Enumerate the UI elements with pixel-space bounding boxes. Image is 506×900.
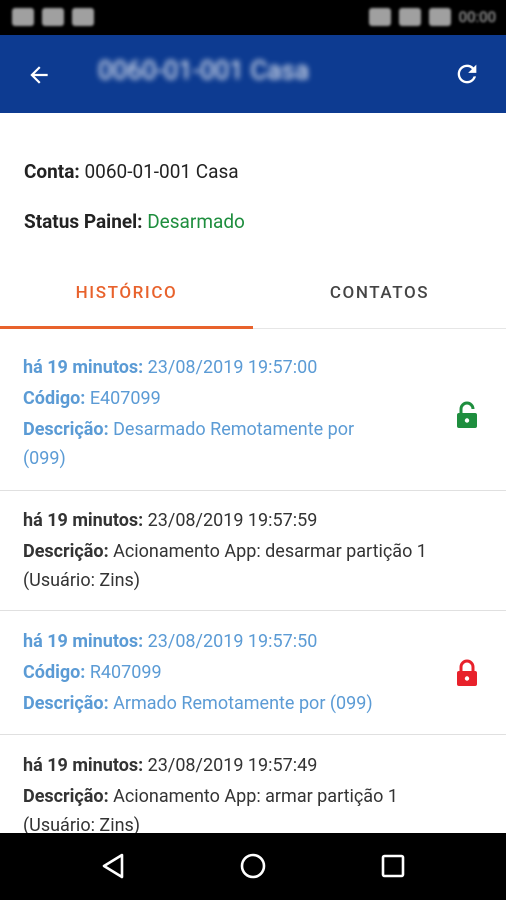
event-description-cont: (Usuário: Zins) bbox=[23, 810, 140, 833]
event-description: Descrição: Desarmado Remotamente por bbox=[23, 414, 354, 445]
event-time-label: há 19 minutos: bbox=[23, 357, 144, 378]
arrow-back-icon bbox=[30, 66, 48, 84]
event-time-value: 23/08/2019 19:57:00 bbox=[147, 357, 318, 378]
signal-icon bbox=[398, 8, 421, 26]
location-icon bbox=[72, 8, 94, 26]
event-description-value: Acionamento App: armar partição 1 bbox=[113, 786, 398, 807]
unlocked-icon bbox=[457, 401, 477, 428]
status-bar-system: 00:00 bbox=[368, 8, 496, 26]
event-time-label: há 19 minutos: bbox=[23, 631, 144, 652]
locked-icon bbox=[457, 659, 477, 686]
refresh-icon bbox=[457, 64, 477, 84]
navigation-bar bbox=[0, 833, 506, 900]
event-time-label: há 19 minutos: bbox=[23, 510, 144, 531]
panel-status-value: Desarmado bbox=[147, 210, 245, 233]
event-code-value: E407099 bbox=[89, 388, 161, 409]
event-code-value: R407099 bbox=[89, 662, 162, 683]
history-item[interactable]: há 19 minutos: 23/08/2019 19:57:50 Códig… bbox=[0, 611, 506, 735]
wifi-icon bbox=[368, 8, 391, 26]
tab-bar: HISTÓRICO CONTATOS bbox=[0, 258, 506, 329]
refresh-button[interactable] bbox=[450, 57, 484, 91]
event-description-label: Descrição: bbox=[23, 419, 109, 440]
event-description-value-2: (Usuário: Zins) bbox=[23, 815, 141, 833]
status-bar-notifications bbox=[12, 8, 94, 26]
event-description-label: Descrição: bbox=[23, 541, 109, 562]
tab-historico-label: HISTÓRICO bbox=[75, 283, 178, 303]
account-info: Conta: 0060-01-001 Casa Status Painel: D… bbox=[24, 160, 245, 233]
square-recents-icon bbox=[381, 854, 405, 878]
event-description-value-2: (Usuário: Zins) bbox=[23, 570, 141, 591]
app-bar: 0060-01-001 Casa bbox=[0, 35, 506, 113]
event-description-label: Descrição: bbox=[23, 693, 109, 714]
event-description: Descrição: Acionamento App: desarmar par… bbox=[23, 536, 427, 567]
event-time: há 19 minutos: 23/08/2019 19:57:50 bbox=[23, 626, 317, 657]
event-description-value: Desarmado Remotamente por bbox=[113, 419, 355, 440]
event-description-value: Acionamento App: desarmar partição 1 bbox=[113, 541, 427, 562]
tab-contatos-label: CONTATOS bbox=[329, 283, 430, 303]
event-code-label: Código: bbox=[23, 388, 86, 409]
history-list: há 19 minutos: 23/08/2019 19:57:00 Códig… bbox=[0, 330, 506, 833]
nav-recents-button[interactable] bbox=[376, 849, 410, 883]
event-description-cont: (Usuário: Zins) bbox=[23, 565, 140, 596]
clock: 00:00 bbox=[458, 8, 496, 26]
battery-icon bbox=[428, 8, 451, 26]
event-code-label: Código: bbox=[23, 662, 86, 683]
event-time: há 19 minutos: 23/08/2019 19:57:59 bbox=[23, 505, 317, 536]
event-time-value: 23/08/2019 19:57:49 bbox=[147, 755, 318, 776]
event-description-label: Descrição: bbox=[23, 786, 109, 807]
notification-icon bbox=[12, 8, 34, 26]
tab-indicator bbox=[0, 326, 253, 329]
panel-status-label: Status Painel: bbox=[24, 210, 143, 233]
event-description-cont: (099) bbox=[23, 443, 66, 474]
event-time-label: há 19 minutos: bbox=[23, 755, 144, 776]
tab-contatos[interactable]: CONTATOS bbox=[253, 258, 506, 328]
history-item[interactable]: há 19 minutos: 23/08/2019 19:57:00 Códig… bbox=[0, 330, 506, 491]
event-description: Descrição: Acionamento App: armar partiç… bbox=[23, 781, 398, 812]
triangle-back-icon bbox=[102, 853, 124, 879]
account-label: Conta: bbox=[24, 160, 80, 183]
account-value: 0060-01-001 Casa bbox=[84, 160, 239, 183]
panel-status-row: Status Painel: Desarmado bbox=[24, 210, 245, 234]
event-time-value: 23/08/2019 19:57:50 bbox=[147, 631, 318, 652]
event-description-value: Armado Remotamente por (099) bbox=[113, 693, 373, 714]
event-description: Descrição: Armado Remotamente por (099) bbox=[23, 688, 373, 719]
tab-historico[interactable]: HISTÓRICO bbox=[0, 258, 253, 328]
warning-icon bbox=[42, 8, 64, 26]
event-time-value: 23/08/2019 19:57:59 bbox=[147, 510, 318, 531]
event-time: há 19 minutos: 23/08/2019 19:57:00 bbox=[23, 352, 317, 383]
nav-home-button[interactable] bbox=[236, 849, 270, 883]
event-code: Código: R407099 bbox=[23, 657, 162, 688]
history-item[interactable]: há 19 minutos: 23/08/2019 19:57:59 Descr… bbox=[0, 490, 506, 611]
nav-back-button[interactable] bbox=[96, 849, 130, 883]
event-description-value-2: (099) bbox=[23, 448, 66, 469]
history-item[interactable]: há 19 minutos: 23/08/2019 19:57:49 Descr… bbox=[0, 735, 506, 833]
back-button[interactable] bbox=[22, 58, 56, 92]
circle-home-icon bbox=[240, 853, 266, 879]
account-row: Conta: 0060-01-001 Casa bbox=[24, 160, 239, 184]
event-code: Código: E407099 bbox=[23, 383, 161, 414]
event-time: há 19 minutos: 23/08/2019 19:57:49 bbox=[23, 750, 317, 781]
status-bar: 00:00 bbox=[0, 0, 506, 35]
page-title: 0060-01-001 Casa bbox=[98, 56, 309, 86]
